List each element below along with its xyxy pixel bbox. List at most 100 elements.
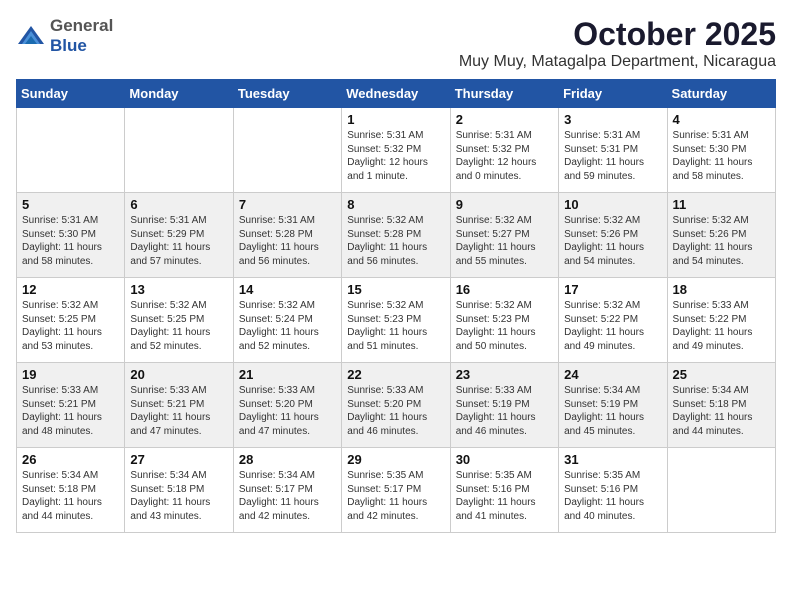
day-number: 11 [673,197,770,212]
calendar-cell: 25Sunrise: 5:34 AMSunset: 5:18 PMDayligh… [667,363,775,448]
day-number: 15 [347,282,444,297]
day-info: Sunrise: 5:34 AMSunset: 5:19 PMDaylight:… [564,384,661,438]
calendar-cell: 9Sunrise: 5:32 AMSunset: 5:27 PMDaylight… [450,193,558,278]
day-number: 6 [130,197,227,212]
day-number: 24 [564,367,661,382]
day-number: 17 [564,282,661,297]
calendar-cell: 27 Sunrise: 5:34 AMSunset: 5:18 PMDayligh… [125,448,233,533]
day-number: 28 [239,452,336,467]
day-info: Sunrise: 5:32 AMSunset: 5:23 PMDaylight:… [456,299,553,353]
day-number: 5 [22,197,119,212]
calendar-cell: 6 Sunrise: 5:31 AMSunset: 5:29 PMDaylight… [125,193,233,278]
day-number: 20 [130,367,227,382]
day-info: Sunrise: 5:34 AMSunset: 5:18 PMDaylight:… [22,469,119,523]
day-info: Sunrise: 5:31 AMSunset: 5:30 PMDaylight:… [673,129,770,183]
weekday-header-friday: Friday [559,80,667,108]
day-number: 7 [239,197,336,212]
day-number: 2 [456,112,553,127]
day-info: Sunrise: 5:32 AMSunset: 5:25 PMDaylight:… [130,299,227,353]
calendar-cell: 24 Sunrise: 5:34 AMSunset: 5:19 PMDayligh… [559,363,667,448]
day-info: Sunrise: 5:35 AMSunset: 5:17 PMDaylight:… [347,469,444,523]
week-row-2: 5Sunrise: 5:31 AMSunset: 5:30 PMDaylight… [17,193,776,278]
calendar-cell: 28Sunrise: 5:34 AMSunset: 5:17 PMDayligh… [233,448,341,533]
day-number: 13 [130,282,227,297]
day-number: 14 [239,282,336,297]
calendar-cell: 10 Sunrise: 5:32 AMSunset: 5:26 PMDayligh… [559,193,667,278]
calendar-cell: 22 Sunrise: 5:33 AMSunset: 5:20 PMDayligh… [342,363,450,448]
day-number: 3 [564,112,661,127]
day-number: 25 [673,367,770,382]
calendar-cell: 15Sunrise: 5:32 AMSunset: 5:23 PMDayligh… [342,278,450,363]
calendar-cell: 2 Sunrise: 5:31 AMSunset: 5:32 PMDaylight… [450,108,558,193]
calendar-cell [125,108,233,193]
page-header: General Blue October 2025 Muy Muy, Matag… [16,16,776,71]
day-info: Sunrise: 5:32 AMSunset: 5:22 PMDaylight:… [564,299,661,353]
calendar-cell: 26 Sunrise: 5:34 AMSunset: 5:18 PMDayligh… [17,448,125,533]
title-block: October 2025 Muy Muy, Matagalpa Departme… [459,16,776,71]
calendar-cell: 20Sunrise: 5:33 AMSunset: 5:21 PMDayligh… [125,363,233,448]
calendar-cell: 17 Sunrise: 5:32 AMSunset: 5:22 PMDayligh… [559,278,667,363]
day-number: 26 [22,452,119,467]
logo-blue: Blue [50,36,87,55]
day-info: Sunrise: 5:32 AMSunset: 5:26 PMDaylight:… [564,214,661,268]
day-info: Sunrise: 5:32 AMSunset: 5:28 PMDaylight:… [347,214,444,268]
day-info: Sunrise: 5:35 AMSunset: 5:16 PMDaylight:… [456,469,553,523]
calendar-cell: 23 Sunrise: 5:33 AMSunset: 5:19 PMDayligh… [450,363,558,448]
calendar-cell: 31 Sunrise: 5:35 AMSunset: 5:16 PMDayligh… [559,448,667,533]
logo: General Blue [16,16,113,56]
calendar-cell: 14 Sunrise: 5:32 AMSunset: 5:24 PMDayligh… [233,278,341,363]
day-info: Sunrise: 5:31 AMSunset: 5:32 PMDaylight:… [456,129,553,183]
week-row-5: 26 Sunrise: 5:34 AMSunset: 5:18 PMDayligh… [17,448,776,533]
day-number: 21 [239,367,336,382]
day-info: Sunrise: 5:33 AMSunset: 5:20 PMDaylight:… [347,384,444,438]
weekday-header-sunday: Sunday [17,80,125,108]
calendar-cell: 11 Sunrise: 5:32 AMSunset: 5:26 PMDayligh… [667,193,775,278]
weekday-header-tuesday: Tuesday [233,80,341,108]
day-number: 29 [347,452,444,467]
day-number: 1 [347,112,444,127]
day-number: 31 [564,452,661,467]
day-info: Sunrise: 5:33 AMSunset: 5:21 PMDaylight:… [22,384,119,438]
calendar-cell [233,108,341,193]
calendar-cell: 1 Sunrise: 5:31 AMSunset: 5:32 PMDaylight… [342,108,450,193]
location-title: Muy Muy, Matagalpa Department, Nicaragua [459,53,776,71]
day-number: 27 [130,452,227,467]
day-number: 9 [456,197,553,212]
day-info: Sunrise: 5:34 AMSunset: 5:18 PMDaylight:… [130,469,227,523]
calendar-cell: 21Sunrise: 5:33 AMSunset: 5:20 PMDayligh… [233,363,341,448]
calendar-cell [667,448,775,533]
day-number: 23 [456,367,553,382]
calendar-cell: 29 Sunrise: 5:35 AMSunset: 5:17 PMDayligh… [342,448,450,533]
day-number: 4 [673,112,770,127]
calendar-cell: 13 Sunrise: 5:32 AMSunset: 5:25 PMDayligh… [125,278,233,363]
day-info: Sunrise: 5:33 AMSunset: 5:19 PMDaylight:… [456,384,553,438]
day-number: 8 [347,197,444,212]
day-info: Sunrise: 5:32 AMSunset: 5:24 PMDaylight:… [239,299,336,353]
day-info: Sunrise: 5:32 AMSunset: 5:25 PMDaylight:… [22,299,119,353]
calendar-cell: 18Sunrise: 5:33 AMSunset: 5:22 PMDayligh… [667,278,775,363]
week-row-3: 12 Sunrise: 5:32 AMSunset: 5:25 PMDayligh… [17,278,776,363]
day-number: 19 [22,367,119,382]
day-info: Sunrise: 5:31 AMSunset: 5:28 PMDaylight:… [239,214,336,268]
day-info: Sunrise: 5:31 AMSunset: 5:32 PMDaylight:… [347,129,444,183]
weekday-header-thursday: Thursday [450,80,558,108]
calendar-cell: 7 Sunrise: 5:31 AMSunset: 5:28 PMDaylight… [233,193,341,278]
logo-general: General [50,16,113,35]
calendar-cell: 16Sunrise: 5:32 AMSunset: 5:23 PMDayligh… [450,278,558,363]
week-row-4: 19 Sunrise: 5:33 AMSunset: 5:21 PMDayligh… [17,363,776,448]
day-number: 12 [22,282,119,297]
day-info: Sunrise: 5:32 AMSunset: 5:26 PMDaylight:… [673,214,770,268]
weekday-header-row: SundayMondayTuesdayWednesdayThursdayFrid… [17,80,776,108]
calendar-table: SundayMondayTuesdayWednesdayThursdayFrid… [16,79,776,533]
calendar-cell: 4 Sunrise: 5:31 AMSunset: 5:30 PMDaylight… [667,108,775,193]
calendar-cell [17,108,125,193]
week-row-1: 1 Sunrise: 5:31 AMSunset: 5:32 PMDaylight… [17,108,776,193]
weekday-header-monday: Monday [125,80,233,108]
day-number: 22 [347,367,444,382]
calendar-cell: 30Sunrise: 5:35 AMSunset: 5:16 PMDayligh… [450,448,558,533]
day-info: Sunrise: 5:35 AMSunset: 5:16 PMDaylight:… [564,469,661,523]
calendar-cell: 8 Sunrise: 5:32 AMSunset: 5:28 PMDaylight… [342,193,450,278]
weekday-header-saturday: Saturday [667,80,775,108]
day-info: Sunrise: 5:31 AMSunset: 5:29 PMDaylight:… [130,214,227,268]
day-number: 10 [564,197,661,212]
